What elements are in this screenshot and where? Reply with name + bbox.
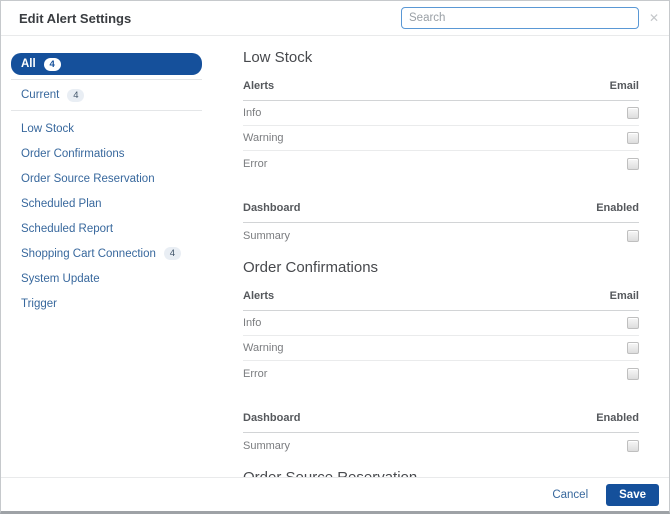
sidebar-category-list: Low Stock Order Confirmations Order Sour…: [11, 116, 202, 316]
sidebar-item-all[interactable]: All 4: [11, 53, 202, 75]
count-badge: 4: [67, 88, 85, 102]
email-checkbox[interactable]: [627, 317, 639, 329]
section-title-clipped: Order Source Reservation: [243, 470, 639, 478]
table-value-header: Email: [609, 290, 639, 302]
sidebar-item-label: Scheduled Plan: [21, 197, 102, 210]
sidebar-item-label: System Update: [21, 272, 100, 285]
section-title: Order Confirmations: [243, 259, 379, 276]
section-order-confirmations: Order Confirmations Alerts Email Info Wa…: [243, 260, 639, 458]
table-header: Dashboard: [243, 202, 301, 214]
sidebar-item-label: Order Confirmations: [21, 147, 125, 160]
save-button[interactable]: Save: [606, 483, 659, 506]
table-header: Alerts: [243, 290, 275, 302]
email-checkbox[interactable]: [627, 107, 639, 119]
sidebar-item-label: Order Source Reservation: [21, 172, 155, 185]
table-value-header: Enabled: [596, 202, 639, 214]
table-row: Info: [243, 101, 639, 126]
table-value-header: Enabled: [596, 412, 639, 424]
dialog-body: All 4 Current 4 Low Stock Order Confirma…: [1, 36, 669, 477]
sidebar-item-label: Shopping Cart Connection: [21, 247, 156, 260]
sidebar-divider: [11, 110, 202, 111]
sidebar-item-scheduled-plan[interactable]: Scheduled Plan: [11, 191, 202, 216]
sidebar-item-trigger[interactable]: Trigger: [11, 291, 202, 316]
alert-category-sidebar: All 4 Current 4 Low Stock Order Confirma…: [1, 36, 233, 477]
row-label: Error: [243, 367, 268, 380]
table-header-row: Alerts Email: [243, 74, 639, 101]
table-row: Error: [243, 151, 639, 176]
sidebar-item-shopping-cart-connection[interactable]: Shopping Cart Connection 4: [11, 241, 202, 266]
row-label: Summary: [243, 439, 291, 452]
table-row: Warning: [243, 336, 639, 361]
sidebar-item-label: All: [21, 58, 36, 70]
sidebar-item-order-confirmations[interactable]: Order Confirmations: [11, 141, 202, 166]
row-label: Info: [243, 317, 262, 329]
row-label: Info: [243, 107, 262, 119]
sidebar-item-low-stock[interactable]: Low Stock: [11, 116, 202, 141]
section-title: Low Stock: [243, 49, 313, 66]
sidebar-item-scheduled-report[interactable]: Scheduled Report: [11, 216, 202, 241]
cancel-button[interactable]: Cancel: [552, 489, 588, 501]
row-label: Warning: [243, 132, 284, 144]
table-value-header: Email: [609, 80, 639, 92]
dialog-header: Edit Alert Settings ✕: [1, 1, 669, 36]
dashboard-table: Dashboard Enabled Summary: [243, 196, 639, 248]
table-row: Summary: [243, 223, 639, 248]
table-row: Info: [243, 311, 639, 336]
email-checkbox[interactable]: [627, 157, 639, 170]
table-row: Error: [243, 361, 639, 386]
sidebar-item-label: Current: [21, 89, 60, 101]
email-checkbox[interactable]: [627, 342, 639, 354]
sidebar-item-label: Trigger: [21, 297, 57, 310]
alerts-table: Alerts Email Info Warning Error: [243, 74, 639, 176]
table-header-row: Alerts Email: [243, 284, 639, 311]
count-badge: 4: [43, 57, 61, 71]
alerts-table: Alerts Email Info Warning Error: [243, 284, 639, 386]
row-label: Warning: [243, 342, 284, 354]
dialog-footer: Cancel Save: [1, 477, 669, 511]
email-checkbox[interactable]: [627, 367, 639, 380]
count-badge: 4: [163, 247, 181, 260]
row-label: Summary: [243, 229, 291, 242]
sidebar-item-order-source-reservation[interactable]: Order Source Reservation: [11, 166, 202, 191]
table-header-row: Dashboard Enabled: [243, 406, 639, 433]
sidebar-item-current[interactable]: Current 4: [11, 84, 202, 106]
sidebar-item-label: Low Stock: [21, 122, 75, 135]
search-input[interactable]: [401, 7, 639, 29]
alert-settings-content: Low Stock Alerts Email Info Warning Erro…: [233, 36, 669, 477]
table-row: Summary: [243, 433, 639, 458]
enabled-checkbox[interactable]: [627, 439, 639, 452]
dashboard-table: Dashboard Enabled Summary: [243, 406, 639, 458]
table-row: Warning: [243, 126, 639, 151]
dialog-title: Edit Alert Settings: [19, 10, 132, 26]
sidebar-divider: [11, 79, 202, 80]
table-header: Alerts: [243, 80, 275, 92]
sidebar-item-system-update[interactable]: System Update: [11, 266, 202, 291]
close-icon[interactable]: ✕: [646, 10, 662, 26]
section-low-stock: Low Stock Alerts Email Info Warning Erro…: [243, 50, 639, 248]
edit-alert-settings-dialog: Edit Alert Settings ✕ All 4 Current 4 Lo…: [0, 0, 670, 514]
email-checkbox[interactable]: [627, 132, 639, 144]
table-header: Dashboard: [243, 412, 301, 424]
table-header-row: Dashboard Enabled: [243, 196, 639, 223]
sidebar-item-label: Scheduled Report: [21, 222, 114, 235]
row-label: Error: [243, 157, 268, 170]
enabled-checkbox[interactable]: [627, 229, 639, 242]
